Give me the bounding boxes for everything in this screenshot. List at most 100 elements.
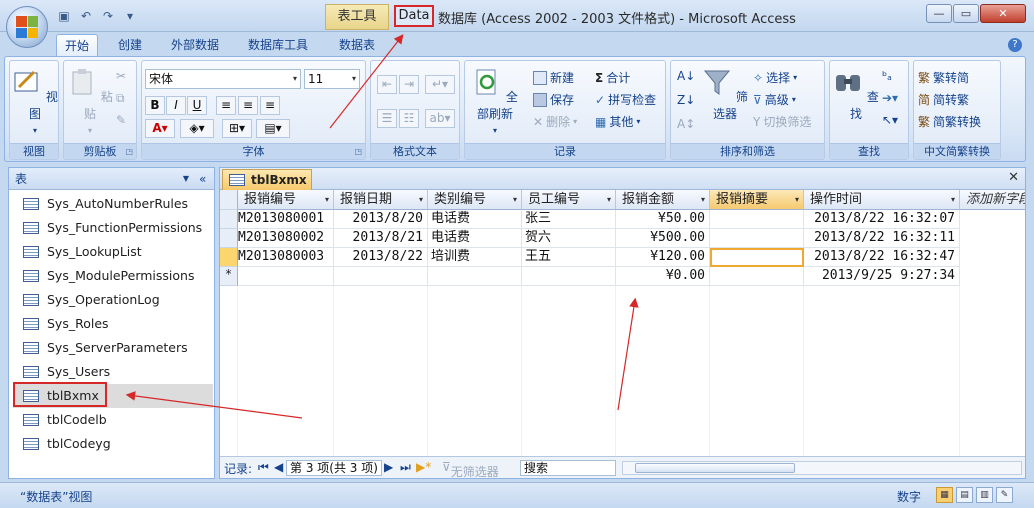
table-cell[interactable]: 贺六 [522, 229, 616, 248]
close-document-icon[interactable]: ✕ [1008, 170, 1019, 185]
nav-item-tblcodelb[interactable]: tblCodelb [13, 408, 213, 432]
column-header-4[interactable]: 报销金额 ▾ [616, 190, 710, 210]
row-selector[interactable] [220, 229, 238, 248]
table-cell[interactable] [710, 229, 804, 248]
table-cell[interactable]: M2013080003 [238, 248, 334, 267]
more-button[interactable]: ▦ 其他 ▾ [595, 113, 640, 130]
new-row-cell[interactable] [238, 267, 334, 286]
highlight-icon[interactable]: ab▾ [425, 109, 455, 128]
column-header-0[interactable]: 报销编号 ▾ [238, 190, 334, 210]
delete-record-button[interactable]: ✕ 删除 ▾ [533, 113, 577, 130]
nav-item-sys_users[interactable]: Sys_Users [13, 360, 213, 384]
search-input[interactable]: 搜索 [520, 460, 616, 476]
column-dropdown-icon[interactable]: ▾ [951, 190, 955, 209]
last-record-icon[interactable]: ⏭ [400, 460, 411, 475]
decrease-indent-icon[interactable]: ⇤ [377, 75, 397, 94]
table-cell[interactable]: ¥120.00 [616, 248, 710, 267]
new-record-button[interactable]: 新建 [533, 69, 574, 86]
column-header-2[interactable]: 类别编号 ▾ [428, 190, 522, 210]
save-icon[interactable]: ▣ [56, 8, 72, 24]
tab-create[interactable]: 创建 [110, 34, 150, 56]
table-cell[interactable]: 电话费 [428, 210, 522, 229]
nav-pane-header[interactable]: 表 ▼ « [9, 168, 214, 190]
font-color-icon[interactable]: A▾ [145, 119, 175, 138]
nav-item-sys_roles[interactable]: Sys_Roles [13, 312, 213, 336]
numbering-icon[interactable]: ☷ [399, 109, 419, 128]
filter-button[interactable]: 筛选器 [701, 67, 749, 122]
table-cell[interactable]: ¥50.00 [616, 210, 710, 229]
select-all-corner[interactable] [220, 190, 238, 210]
clipboard-launcher-icon[interactable]: ◳ [125, 147, 133, 156]
save-record-button[interactable]: 保存 [533, 91, 574, 108]
table-cell[interactable]: 2013/8/21 [334, 229, 428, 248]
align-center-icon[interactable]: ≡ [238, 96, 258, 115]
table-cell[interactable]: 2013/8/20 [334, 210, 428, 229]
traditional-to-simplified-button[interactable]: 繁繁转简 [918, 69, 969, 86]
nav-item-sys_operationlog[interactable]: Sys_OperationLog [13, 288, 213, 312]
tab-home[interactable]: 开始 [56, 34, 98, 56]
sort-ascending-icon[interactable]: A↓ [677, 69, 695, 83]
horizontal-scrollbar[interactable] [622, 461, 1022, 475]
row-selector[interactable] [220, 248, 238, 267]
rtl-icon[interactable]: ↵▾ [425, 75, 455, 94]
table-cell[interactable]: 培训费 [428, 248, 522, 267]
table-cell[interactable]: M2013080001 [238, 210, 334, 229]
simplified-to-traditional-button[interactable]: 简简转繁 [918, 91, 969, 108]
format-painter-icon[interactable]: ✎ [116, 113, 126, 127]
help-icon[interactable]: ? [1008, 38, 1022, 52]
nav-item-sys_lookuplist[interactable]: Sys_LookupList [13, 240, 213, 264]
maximize-button[interactable]: ▭ [953, 4, 979, 23]
nav-item-sys_functionpermissions[interactable]: Sys_FunctionPermissions [13, 216, 213, 240]
table-cell[interactable]: 张三 [522, 210, 616, 229]
column-dropdown-icon[interactable]: ▾ [325, 190, 329, 209]
minimize-button[interactable]: — [926, 4, 952, 23]
paste-button[interactable]: 粘贴 ▾ [66, 67, 114, 136]
nav-item-tblcodeyg[interactable]: tblCodeyg [13, 432, 213, 456]
prev-record-icon[interactable]: ◀ [274, 460, 283, 474]
new-row-cell[interactable] [334, 267, 428, 286]
table-cell[interactable]: 2013/8/22 16:32:11 [804, 229, 960, 248]
increase-indent-icon[interactable]: ⇥ [399, 75, 419, 94]
column-dropdown-icon[interactable]: ▾ [701, 190, 705, 209]
tab-datasheet[interactable]: 数据表 [330, 34, 384, 56]
table-cell[interactable]: 2013/8/22 [334, 248, 428, 267]
tab-database-tools[interactable]: 数据库工具 [240, 34, 316, 56]
scrollbar-thumb[interactable] [635, 463, 795, 473]
toggle-filter-button[interactable]: Y 切换筛选 [753, 113, 811, 130]
datasheet-view-icon[interactable]: ▦ [936, 487, 953, 503]
nav-collapse-icon[interactable]: « [199, 168, 206, 190]
row-selector[interactable] [220, 210, 238, 229]
italic-button[interactable]: I [166, 96, 186, 115]
column-header-1[interactable]: 报销日期 ▾ [334, 190, 428, 210]
first-record-icon[interactable]: ⏮ [258, 460, 269, 475]
nav-item-sys_serverparameters[interactable]: Sys_ServerParameters [13, 336, 213, 360]
undo-icon[interactable]: ↶ [78, 8, 94, 24]
nav-item-sys_autonumberrules[interactable]: Sys_AutoNumberRules [13, 192, 213, 216]
table-cell[interactable] [710, 210, 804, 229]
gridlines-icon[interactable]: ⊞▾ [222, 119, 252, 138]
nav-dropdown-icon[interactable]: ▼ [179, 172, 193, 186]
pivottable-view-icon[interactable]: ▤ [956, 487, 973, 503]
table-cell[interactable]: 2013/8/22 16:32:07 [804, 210, 960, 229]
tab-external-data[interactable]: 外部数据 [162, 34, 228, 56]
advanced-filter-button[interactable]: ⊽ 高级 ▾ [753, 91, 796, 108]
view-button[interactable]: 视图 ▾ [11, 67, 59, 136]
underline-button[interactable]: U [187, 96, 207, 115]
select-icon[interactable]: ↖▾ [882, 113, 898, 127]
column-dropdown-icon[interactable]: ▾ [607, 190, 611, 209]
office-button[interactable] [6, 6, 48, 48]
table-cell[interactable]: 电话费 [428, 229, 522, 248]
close-button[interactable]: ✕ [980, 4, 1026, 23]
new-record-nav-icon[interactable]: ▶* [416, 460, 431, 474]
column-dropdown-icon[interactable]: ▾ [513, 190, 517, 209]
new-row-marker[interactable]: * [220, 267, 238, 286]
new-row-cell[interactable] [710, 267, 804, 286]
goto-icon[interactable]: ➔▾ [882, 91, 898, 105]
table-cell[interactable]: ¥500.00 [616, 229, 710, 248]
selection-filter-button[interactable]: ✧ 选择 ▾ [753, 69, 797, 86]
totals-button[interactable]: Σ 合计 [595, 69, 630, 86]
spelling-button[interactable]: ✓ 拼写检查 [595, 91, 656, 108]
design-view-icon[interactable]: ✎ [996, 487, 1013, 503]
table-cell[interactable]: M2013080002 [238, 229, 334, 248]
column-header-5[interactable]: 报销摘要 ▾ [710, 190, 804, 210]
